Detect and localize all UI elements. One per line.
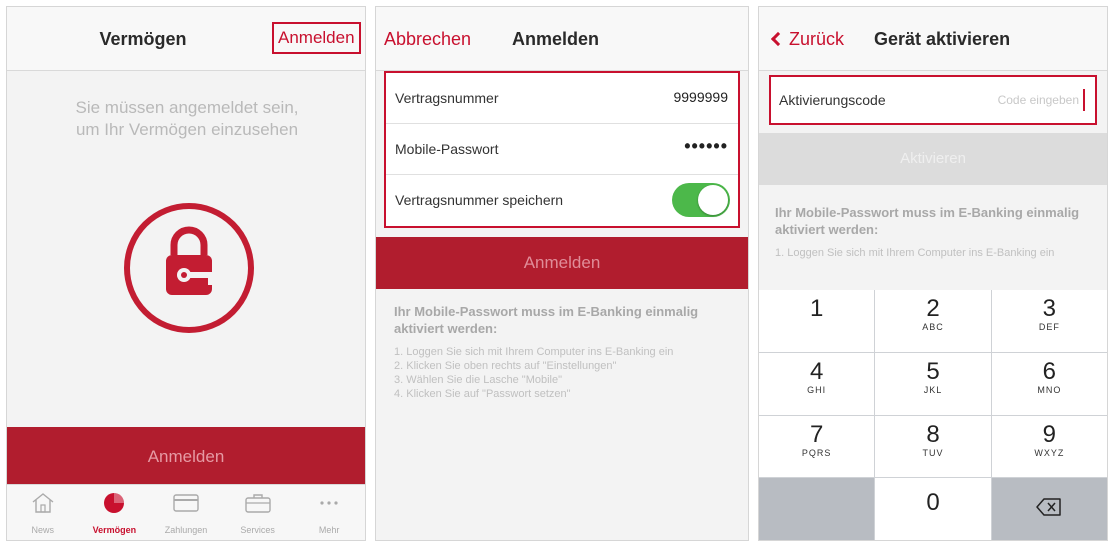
key-backspace[interactable] — [991, 478, 1107, 540]
tab-label: Mehr — [318, 525, 340, 535]
save-contract-label: Vertragsnummer speichern — [395, 192, 564, 208]
key-letters: MNO — [1037, 384, 1062, 395]
key-letters: WXYZ — [1034, 447, 1065, 458]
back-link[interactable]: Zurück — [769, 29, 844, 50]
key-digit: 7 — [809, 420, 824, 448]
login-required-message: Sie müssen angemeldet sein, um Ihr Vermö… — [75, 98, 299, 139]
login-screen: Abbrechen Anmelden Vertragsnummer 999999… — [375, 6, 749, 541]
key-digit: 0 — [926, 489, 940, 517]
tab-label: Zahlungen — [164, 525, 208, 535]
tab-label: Vermögen — [92, 525, 137, 535]
login-button[interactable]: Anmelden — [376, 237, 748, 289]
instruction-step: 1. Loggen Sie sich mit Ihrem Computer in… — [775, 247, 1055, 259]
key-blank — [759, 478, 875, 540]
instruction-step: 3. Wählen Sie die Lasche "Mobile" — [394, 374, 563, 386]
instructions-heading: Ihr Mobile-Passwort muss im E-Banking ei… — [775, 205, 1080, 237]
more-icon — [320, 501, 338, 505]
key-5[interactable]: 5 JKL — [875, 352, 991, 415]
home-icon — [32, 493, 54, 513]
key-0[interactable]: 0 — [875, 478, 991, 540]
tab-bar: News Vermögen Zahlungen Services Mehr — [7, 484, 365, 540]
cancel-link[interactable]: Abbrechen — [384, 29, 471, 50]
instruction-step: 1. Loggen Sie sich mit Ihrem Computer in… — [394, 346, 674, 358]
tab-more[interactable]: Mehr — [293, 485, 365, 540]
card-icon — [173, 494, 199, 512]
key-letters: GHI — [807, 384, 827, 395]
page-title: Anmelden — [512, 29, 600, 49]
key-letters: DEF — [1038, 322, 1060, 332]
password-label: Mobile-Passwort — [395, 141, 499, 157]
key-digit: 3 — [1042, 295, 1056, 322]
briefcase-icon — [244, 494, 271, 513]
key-digit: 2 — [926, 295, 940, 322]
back-label: Zurück — [789, 29, 845, 49]
page-title: Gerät aktivieren — [874, 29, 1011, 49]
activation-instructions: Ihr Mobile-Passwort muss im E-Banking ei… — [394, 303, 726, 401]
key-letters: PQRS — [801, 447, 832, 458]
activation-code-field[interactable]: Aktivierungscode — [769, 75, 1097, 125]
tab-news[interactable]: News — [7, 485, 79, 540]
key-9[interactable]: 9 WXYZ — [991, 415, 1107, 478]
key-8[interactable]: 8 TUV — [875, 415, 991, 478]
pie-chart-icon — [104, 493, 125, 513]
page-title: Vermögen — [99, 29, 187, 49]
nav-bar: Vermögen Anmelden — [7, 7, 365, 71]
activation-code-input[interactable] — [975, 89, 1085, 111]
backspace-icon — [1036, 498, 1062, 516]
login-form: Vertragsnummer 9999999 Mobile-Passwort •… — [384, 71, 740, 228]
chevron-left-icon — [770, 31, 786, 47]
contract-number-value[interactable]: 9999999 — [673, 89, 728, 105]
key-digit: 6 — [1042, 357, 1056, 385]
key-4[interactable]: 4 GHI — [759, 352, 875, 415]
key-3[interactable]: 3 DEF — [991, 290, 1107, 352]
save-contract-toggle[interactable] — [672, 183, 730, 217]
key-1[interactable]: 1 — [759, 290, 875, 352]
key-letters: TUV — [922, 447, 944, 458]
instructions-heading: Ihr Mobile-Passwort muss im E-Banking ei… — [394, 304, 699, 336]
contract-number-label: Vertragsnummer — [395, 90, 499, 106]
key-letters: ABC — [922, 322, 944, 332]
lock-key-icon — [124, 203, 254, 333]
tab-assets[interactable]: Vermögen — [79, 485, 151, 540]
key-digit: 9 — [1042, 420, 1056, 448]
key-7[interactable]: 7 PQRS — [759, 415, 875, 478]
key-digit: 5 — [926, 357, 940, 385]
password-value[interactable]: •••••• — [684, 136, 728, 157]
key-digit: 1 — [809, 295, 824, 322]
numeric-keypad: 1 2 ABC 3 DEF 4 GHI 5 JKL 6 MNO 7 PQRS 8 TUV 9W… — [759, 290, 1107, 540]
activate-button[interactable]: Aktivieren — [759, 133, 1107, 185]
password-field[interactable]: Mobile-Passwort •••••• — [386, 124, 738, 175]
activation-code-label: Aktivierungscode — [779, 92, 886, 108]
save-contract-row: Vertragsnummer speichern — [386, 175, 738, 226]
activate-device-screen: Zurück Gerät aktivieren Aktivierungscode… — [758, 6, 1108, 541]
nav-bar: Abbrechen Anmelden — [376, 7, 748, 71]
key-digit: 4 — [809, 357, 824, 385]
tab-label: Services — [240, 525, 275, 535]
tab-services[interactable]: Services — [222, 485, 294, 540]
key-digit: 8 — [926, 420, 940, 448]
login-link[interactable]: Anmelden — [272, 22, 361, 54]
key-2[interactable]: 2 ABC — [875, 290, 991, 352]
login-button[interactable]: Anmelden — [7, 427, 365, 487]
tab-payments[interactable]: Zahlungen — [150, 485, 222, 540]
tab-label: News — [31, 525, 55, 535]
nav-bar: Zurück Gerät aktivieren — [759, 7, 1107, 71]
contract-number-field[interactable]: Vertragsnummer 9999999 — [386, 73, 738, 124]
activation-instructions: Ihr Mobile-Passwort muss im E-Banking ei… — [775, 204, 1091, 260]
key-letters: JKL — [923, 384, 943, 395]
instruction-step: 2. Klicken Sie oben rechts auf "Einstell… — [394, 360, 617, 372]
instruction-step: 4. Klicken Sie auf "Passwort setzen" — [394, 388, 571, 400]
assets-screen: Vermögen Anmelden Sie müssen angemeldet … — [6, 6, 366, 541]
key-6[interactable]: 6 MNO — [991, 352, 1107, 415]
